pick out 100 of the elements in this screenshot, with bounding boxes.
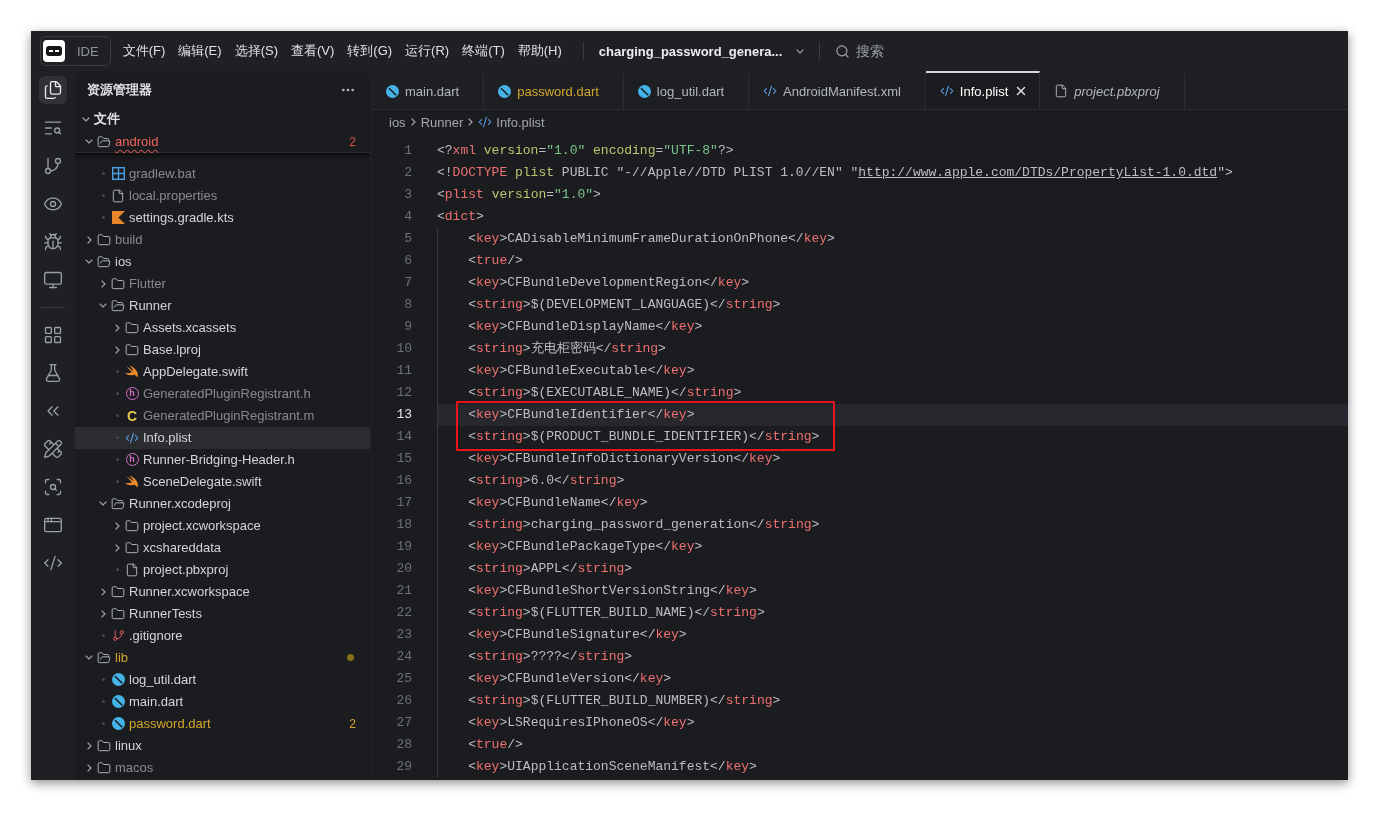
bullet-icon [115,414,119,417]
search-field[interactable]: 搜索 [856,43,897,59]
folder-open-icon [97,650,111,665]
menu-item[interactable]: 转到(G) [341,38,399,64]
url-link[interactable]: http://www.apple.com/DTDs/PropertyList-1.0.dtd [858,165,1218,180]
code-line: <key>CFBundleExecutable</key> [468,362,695,380]
line-number: 24 [395,648,412,666]
line-number: 11 [395,362,412,380]
menu-item[interactable]: 帮助(H) [511,38,568,64]
bullet-icon [101,722,105,725]
problem-count: 2 [349,134,356,149]
code-line: <dict> [437,208,484,226]
folder-icon [125,342,139,357]
breadcrumb-item[interactable]: Info.plist [478,114,545,130]
disc-icon [637,84,651,98]
code-line: <key>UIApplicationSceneManifest</key> [468,758,757,776]
section-header[interactable]: 文件 [75,108,370,131]
file-icon [1054,84,1069,98]
code-line: <key>CFBundleName</key> [468,494,648,512]
bullet-icon [101,700,105,703]
menu-item[interactable]: 运行(R) [399,38,456,64]
line-number: 5 [403,230,412,248]
line-number: 4 [403,208,412,226]
code-line: <key>CFBundleVersion</key> [468,670,672,688]
folder-icon [125,320,139,335]
folder-open-icon [111,298,125,313]
branch-icon [111,629,125,642]
code-line: <string>6.0</string> [468,472,625,490]
line-number: 26 [395,692,412,710]
code-line: <!DOCTYPE plist PUBLIC "-//Apple//DTD PLIST 1.0//EN" "http://www.apple.com/DTDs/PropertyList-1.0.dtd"> [437,164,1233,182]
line-number: 29 [395,758,412,776]
code-line: <key>CFBundleSignature</key> [468,626,687,644]
bullet-icon [101,634,105,637]
code-line: <key>LSRequiresIPhoneOS</key> [468,714,695,732]
code-line: <key>CFBundleIdentifier</key> [468,406,695,424]
tree-item[interactable]: android 2 [75,131,370,153]
line-number: 15 [395,450,412,468]
line-number: 10 [395,340,412,358]
folder-icon [111,584,125,599]
folder-icon [111,276,125,291]
bullet-icon [101,172,105,175]
line-number: 7 [403,274,412,292]
code-icon [125,430,139,445]
code-line: <key>CFBundleDisplayName</key> [468,318,703,336]
code-line: <string>????</string> [468,648,633,666]
line-number: 6 [403,252,412,270]
disc-icon [386,84,399,98]
line-number: 19 [395,538,412,556]
line-number: 9 [403,318,412,336]
line-number: 23 [395,626,412,644]
status-dot-icon [347,654,354,661]
code-line: <?xml version="1.0" encoding="UTF-8"?> [437,142,734,160]
disc-icon [498,84,512,98]
monitor-icon [43,270,63,290]
app-logo-icon [43,40,65,62]
breadcrumb-item[interactable]: ios [389,114,406,130]
disc-icon [111,717,125,730]
menu-item[interactable]: 查看(V) [284,38,341,64]
file-icon [111,188,125,203]
sidebar-title: 资源管理器 [87,80,152,99]
bug-icon [43,232,63,252]
chevron-right-icon [468,118,474,126]
app-switcher-button[interactable]: IDE [40,36,111,66]
code-line: <string>APPL</string> [468,560,633,578]
line-number: 25 [395,670,412,688]
menu-item[interactable]: 文件(F) [116,38,172,64]
bullet-icon [101,678,105,681]
folder-icon [97,738,111,753]
menu-item[interactable]: 编辑(E) [172,38,228,64]
pencil-ruler-icon [43,439,63,459]
line-number: 12 [395,384,412,402]
project-switcher[interactable]: charging_password_genera... [598,43,805,59]
activity-bar-button[interactable] [39,76,67,104]
tree-item[interactable]: Info.plist [75,427,370,449]
code-icon [939,84,954,98]
code-line: <key>CFBundlePackageType</key> [468,538,703,556]
window-grid-icon [111,167,125,180]
menu-item[interactable]: 终端(T) [456,38,511,64]
editor-tab[interactable]: Info.plist [925,71,1041,109]
folder-icon [125,540,139,555]
line-number: 22 [395,604,412,622]
folder-open-icon [97,254,111,269]
folder-icon [97,760,111,775]
code-line: <string>$(DEVELOPMENT_LANGUAGE)</string> [468,296,781,314]
file-type-letter: C [125,409,139,422]
search-icon [835,43,851,59]
folder-open-icon [97,134,111,149]
line-number: 27 [395,714,412,732]
menu-item[interactable]: 选择(S) [228,38,284,64]
line-number: 20 [395,560,412,578]
line-number: 1 [403,142,412,160]
code-line: <string>charging_password_generation</string> [468,516,820,534]
breadcrumb-item[interactable]: Runner [420,114,464,130]
bullet-icon [115,370,119,373]
line-number: 21 [395,582,412,600]
branch-icon [43,156,63,176]
chevron-down-icon [796,48,805,54]
code-line: <string>$(PRODUCT_BUNDLE_IDENTIFIER)</string> [468,428,820,446]
line-number: 2 [403,164,412,182]
problem-count: 2 [349,716,356,731]
